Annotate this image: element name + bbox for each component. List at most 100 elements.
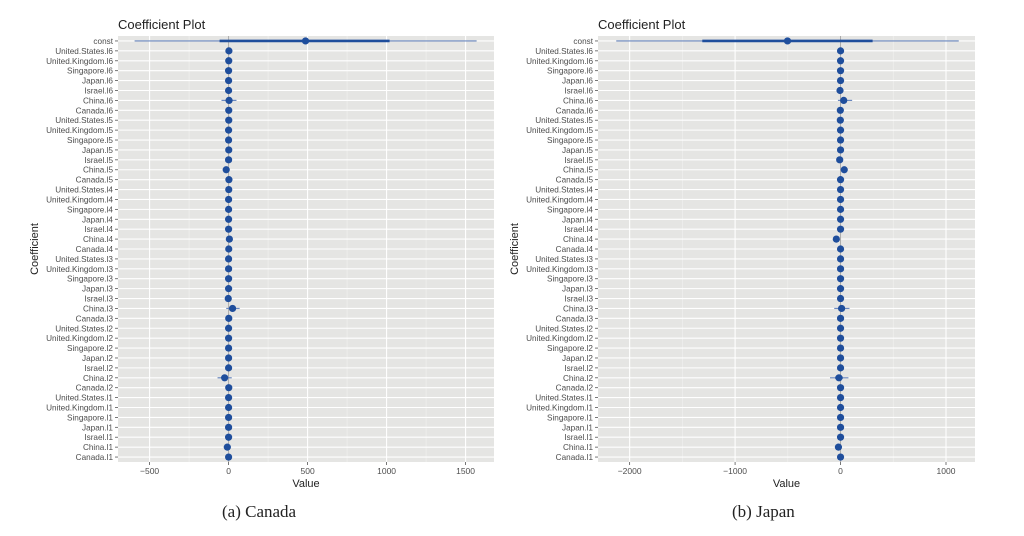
y-tick-label: Singapore.l4: [547, 205, 593, 214]
coefficient-point: [224, 364, 233, 372]
coefficient-point: [224, 423, 233, 431]
y-tick-label: United.States.l4: [55, 186, 113, 195]
y-tick-label: United.Kingdom.l2: [46, 334, 113, 343]
y-tick-label: Canada.l6: [76, 106, 114, 115]
y-tick-label: United.Kingdom.l6: [46, 57, 113, 66]
coefficient-point: [836, 255, 845, 263]
y-tick-label: Singapore.l2: [67, 344, 113, 353]
y-tick-label: United.Kingdom.l4: [526, 195, 593, 204]
canada-caption: (a) Canada: [222, 502, 297, 521]
coefficient-point: [783, 37, 792, 45]
y-tick-label: Japan.l2: [82, 354, 113, 363]
coefficient-point: [224, 255, 233, 263]
coefficient-point: [836, 354, 845, 362]
y-tick-label: Canada.l6: [556, 106, 594, 115]
y-tick-label: United.States.l5: [535, 116, 593, 125]
y-tick-label: Singapore.l4: [67, 205, 113, 214]
y-tick-label: Singapore.l1: [67, 413, 113, 422]
coefficient-point: [221, 374, 229, 382]
coefficient-point: [836, 324, 845, 332]
coefficient-point: [832, 235, 840, 243]
y-tick-label: Canada.l5: [76, 176, 114, 185]
x-tick-label: 0: [838, 466, 843, 476]
coefficient-point: [225, 96, 233, 104]
coefficient-point: [225, 176, 233, 184]
y-tick-label: Japan.l4: [562, 215, 593, 224]
coefficient-point: [838, 304, 846, 313]
chart-title: Coefficient Plot: [118, 17, 206, 32]
coefficient-point: [836, 106, 844, 114]
y-tick-label: Canada.l4: [76, 245, 114, 254]
coefficient-point: [224, 324, 233, 332]
y-tick-label: China.l3: [563, 304, 593, 313]
y-tick-label: Japan.l4: [82, 215, 113, 224]
x-tick-label: 500: [300, 466, 314, 476]
coefficient-point: [224, 394, 233, 402]
canada-coefficient-plot: Coefficient PlotconstUnited.States.l6Uni…: [29, 17, 494, 490]
coefficient-point: [224, 344, 233, 352]
y-tick-label: Israel.l6: [84, 86, 113, 95]
coefficient-point: [836, 195, 845, 204]
y-tick-label: Canada.l3: [76, 314, 114, 323]
coefficient-point: [836, 433, 845, 441]
coefficient-point: [834, 443, 843, 451]
y-tick-label: Israel.l2: [84, 364, 113, 373]
y-tick-label: Singapore.l6: [67, 67, 113, 76]
coefficient-point: [224, 294, 232, 303]
x-tick-label: −1000: [723, 466, 747, 476]
y-tick-label: Singapore.l3: [67, 275, 113, 284]
coefficient-point: [224, 86, 233, 95]
coefficient-point: [224, 453, 233, 461]
coefficient-point: [224, 354, 233, 362]
y-axis-label: Coefficient: [29, 223, 41, 275]
y-tick-label: China.l4: [83, 235, 113, 244]
y-tick-label: United.Kingdom.l2: [526, 334, 593, 343]
y-tick-label: Japan.l1: [82, 423, 113, 432]
coefficient-point: [836, 413, 845, 422]
y-tick-label: Israel.l3: [84, 295, 113, 304]
y-tick-label: Japan.l3: [562, 285, 593, 294]
coefficient-point: [836, 136, 845, 144]
y-tick-label: China.l1: [563, 443, 593, 452]
coefficient-point: [224, 215, 233, 223]
coefficient-point: [835, 374, 843, 382]
y-tick-label: Israel.l3: [564, 295, 593, 304]
y-tick-label: Canada.l5: [556, 176, 594, 185]
coefficient-point: [224, 225, 233, 233]
coefficient-point: [836, 156, 844, 164]
coefficient-point: [836, 403, 845, 412]
y-tick-label: Japan.l1: [562, 423, 593, 432]
y-tick-label: China.l6: [83, 96, 113, 105]
coefficient-point: [836, 344, 845, 352]
x-axis-label: Value: [292, 478, 319, 490]
y-tick-label: China.l2: [83, 374, 113, 383]
y-tick-label: Israel.l2: [564, 364, 593, 373]
coefficient-point: [224, 67, 233, 75]
coefficient-point: [836, 185, 845, 194]
coefficient-point: [225, 57, 233, 65]
coefficient-point: [224, 205, 233, 213]
coefficient-point: [224, 285, 233, 293]
coefficient-point: [224, 433, 233, 441]
coefficient-point: [224, 275, 233, 283]
y-tick-label: Singapore.l3: [547, 275, 593, 284]
y-tick-label: United.Kingdom.l5: [526, 126, 593, 135]
y-axis-label: Coefficient: [509, 223, 521, 275]
coefficient-point: [836, 205, 845, 213]
coefficient-point: [836, 275, 845, 283]
coefficient-point: [225, 116, 233, 124]
coefficient-point: [836, 116, 844, 124]
coefficient-point: [836, 364, 845, 372]
y-tick-label: China.l6: [563, 96, 593, 105]
coefficient-point: [224, 413, 233, 422]
coefficient-point: [225, 384, 233, 392]
y-tick-label: Japan.l6: [82, 77, 113, 86]
y-tick-label: China.l1: [83, 443, 113, 452]
x-tick-label: −500: [140, 466, 159, 476]
y-tick-label: China.l2: [563, 374, 593, 383]
coefficient-point: [840, 166, 848, 174]
y-tick-label: United.Kingdom.l6: [526, 57, 593, 66]
coefficient-point: [836, 146, 845, 154]
y-tick-label: United.Kingdom.l3: [46, 265, 113, 274]
coefficient-point: [225, 235, 233, 243]
